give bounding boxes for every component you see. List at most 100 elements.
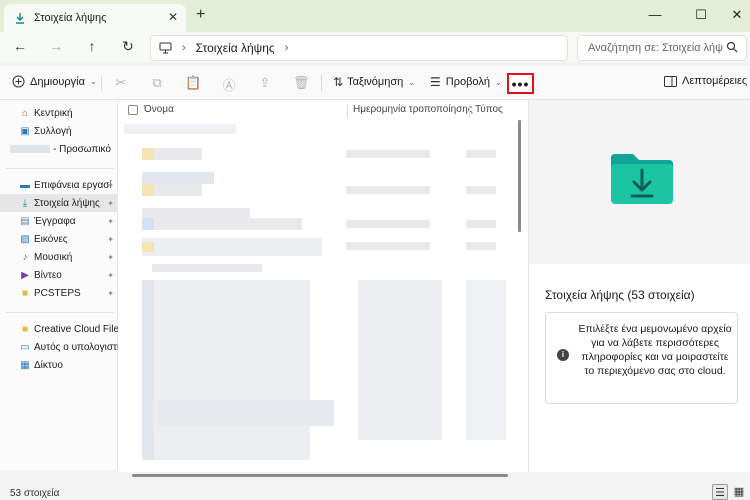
select-all-checkbox[interactable]: [128, 105, 138, 115]
command-bar: Δημιουργία ⌄ ✂ ⧉ 📋 Ⓐ ⇪ 🗑 ⇅ Ταξινόμηση ⌄ …: [0, 66, 750, 100]
rename-icon[interactable]: Ⓐ: [221, 75, 237, 94]
details-pane-button[interactable]: Λεπτομέρειες: [664, 75, 747, 87]
list-item: [346, 186, 430, 194]
sidebar-divider: [6, 168, 114, 169]
sidebar-item-label: Βίντεο: [34, 269, 62, 281]
redacted-name: [10, 145, 50, 153]
list-item: [358, 280, 442, 440]
list-item: [466, 242, 496, 250]
cut-icon[interactable]: ✂: [113, 75, 129, 91]
list-item[interactable]: [152, 264, 262, 272]
list-item: [346, 220, 430, 228]
music-icon: ♪: [22, 251, 28, 263]
sort-button[interactable]: ⇅ Ταξινόμηση ⌄: [333, 75, 415, 89]
pin-icon[interactable]: ✦: [107, 181, 114, 190]
chevron-down-icon: ⌄: [494, 77, 502, 87]
back-button[interactable]: ←: [10, 38, 30, 54]
breadcrumb-separator[interactable]: ›: [182, 42, 186, 54]
sidebar-item-this-pc[interactable]: ▭ Αυτός ο υπολογιστή: [0, 338, 118, 356]
breadcrumb-downloads[interactable]: Στοιχεία λήψης: [196, 41, 275, 55]
title-bar: Στοιχεία λήψης ✕ + — ☐ ✕: [0, 0, 750, 32]
sidebar-item-home[interactable]: ⌂ Κεντρική: [0, 104, 118, 122]
list-item: [346, 150, 430, 158]
pin-icon[interactable]: ✦: [107, 235, 114, 244]
breadcrumb-chevron[interactable]: ›: [285, 42, 289, 54]
delete-icon[interactable]: 🗑: [293, 75, 310, 91]
horizontal-scrollbar[interactable]: [132, 474, 508, 477]
search-input[interactable]: Αναζήτηση σε: Στοιχεία λήψ: [577, 35, 747, 61]
search-placeholder: Αναζήτηση σε: Στοιχεία λήψ: [588, 42, 724, 54]
sidebar-item-desktop[interactable]: ▬ Επιφάνεια εργασί ✦: [0, 176, 118, 194]
sidebar-item-gallery[interactable]: ▣ Συλλογή: [0, 122, 118, 140]
vertical-scrollbar[interactable]: [518, 120, 521, 232]
pin-icon[interactable]: ✦: [107, 289, 114, 298]
share-icon[interactable]: ⇪: [257, 75, 273, 91]
tiles-view-button[interactable]: ▦: [731, 484, 747, 500]
sidebar-divider: [6, 312, 114, 313]
refresh-button[interactable]: ↻: [118, 38, 138, 55]
paste-icon[interactable]: 📋: [185, 75, 201, 91]
details-pane: Στοιχεία λήψης (53 στοιχεία) i Επιλέξτε …: [528, 100, 750, 472]
pin-icon[interactable]: ✦: [107, 271, 114, 280]
up-button[interactable]: ↑: [82, 38, 102, 54]
tab-title: Στοιχεία λήψης: [34, 12, 107, 24]
sidebar-item-music[interactable]: ♪ Μουσική ✦: [0, 248, 118, 266]
folder-icon: ■: [21, 287, 29, 299]
toolbar-divider: [101, 75, 102, 91]
sidebar-item-network[interactable]: ▦ Δίκτυο: [0, 356, 118, 374]
forward-button[interactable]: →: [46, 38, 66, 54]
file-icon: [142, 218, 154, 230]
sidebar-item-pcsteps[interactable]: ■ PCSTEPS ✦: [0, 284, 118, 302]
sidebar-item-documents[interactable]: ▤ Έγγραφα ✦: [0, 212, 118, 230]
sidebar-item-pictures[interactable]: ▨ Εικόνες ✦: [0, 230, 118, 248]
pin-icon[interactable]: ✦: [107, 217, 114, 226]
pin-icon[interactable]: ✦: [107, 199, 114, 208]
list-item[interactable]: [142, 208, 250, 218]
sidebar-item-downloads[interactable]: ⤓ Στοιχεία λήψης ✦: [0, 194, 118, 212]
sidebar-item-videos[interactable]: ▶ Βίντεο ✦: [0, 266, 118, 284]
column-header-name[interactable]: Όνομα: [144, 104, 174, 115]
list-item[interactable]: [142, 172, 214, 184]
close-button[interactable]: ✕: [714, 2, 750, 28]
column-divider[interactable]: [469, 104, 470, 118]
list-item[interactable]: [142, 218, 302, 230]
sidebar-item-personal[interactable]: - Προσωπικό: [0, 140, 118, 158]
details-view-button[interactable]: ☰: [712, 484, 728, 500]
item-count: 53 στοιχεία: [10, 488, 60, 499]
download-icon: [16, 13, 24, 24]
list-item[interactable]: [142, 238, 322, 256]
computer-icon: [159, 42, 172, 54]
tab-downloads[interactable]: Στοιχεία λήψης ✕: [4, 4, 186, 32]
column-divider[interactable]: [347, 104, 348, 118]
sidebar-item-label: Μουσική: [34, 251, 73, 263]
list-item[interactable]: [124, 124, 236, 134]
chevron-down-icon: ⌄: [89, 77, 97, 86]
list-item[interactable]: [158, 400, 334, 426]
copy-icon[interactable]: ⧉: [149, 75, 165, 91]
home-icon: ⌂: [21, 107, 29, 119]
list-item: [466, 280, 506, 440]
view-button[interactable]: ☰ Προβολή ⌄: [430, 75, 502, 89]
new-button[interactable]: Δημιουργία ⌄: [12, 75, 97, 88]
chevron-down-icon: ⌄: [408, 77, 415, 87]
pin-icon[interactable]: ✦: [107, 253, 114, 262]
tab-close-icon[interactable]: ✕: [168, 10, 178, 24]
column-header-date[interactable]: Ημερομηνία τροποποίησης: [353, 104, 473, 115]
sidebar-item-label: Creative Cloud Files F: [34, 323, 118, 335]
sidebar-item-label: PCSTEPS: [34, 287, 81, 299]
new-tab-button[interactable]: +: [196, 6, 205, 24]
details-label: Λεπτομέρειες: [682, 75, 748, 87]
sidebar-item-label: Δίκτυο: [34, 359, 63, 371]
list-item[interactable]: [142, 280, 310, 460]
list-item: [466, 220, 496, 228]
more-options-button[interactable]: •••: [507, 73, 534, 94]
minimize-button[interactable]: —: [632, 2, 678, 28]
address-bar[interactable]: › Στοιχεία λήψης ›: [150, 35, 568, 61]
folder-icon: [142, 184, 154, 196]
folder-icon: ■: [21, 323, 29, 335]
column-header-type[interactable]: Τύπος: [475, 104, 503, 115]
network-icon: ▦: [20, 359, 30, 371]
file-icon: [142, 280, 154, 460]
sidebar-item-creative-cloud[interactable]: ■ Creative Cloud Files F: [0, 320, 118, 338]
sidebar-item-label: Εικόνες: [34, 233, 68, 245]
